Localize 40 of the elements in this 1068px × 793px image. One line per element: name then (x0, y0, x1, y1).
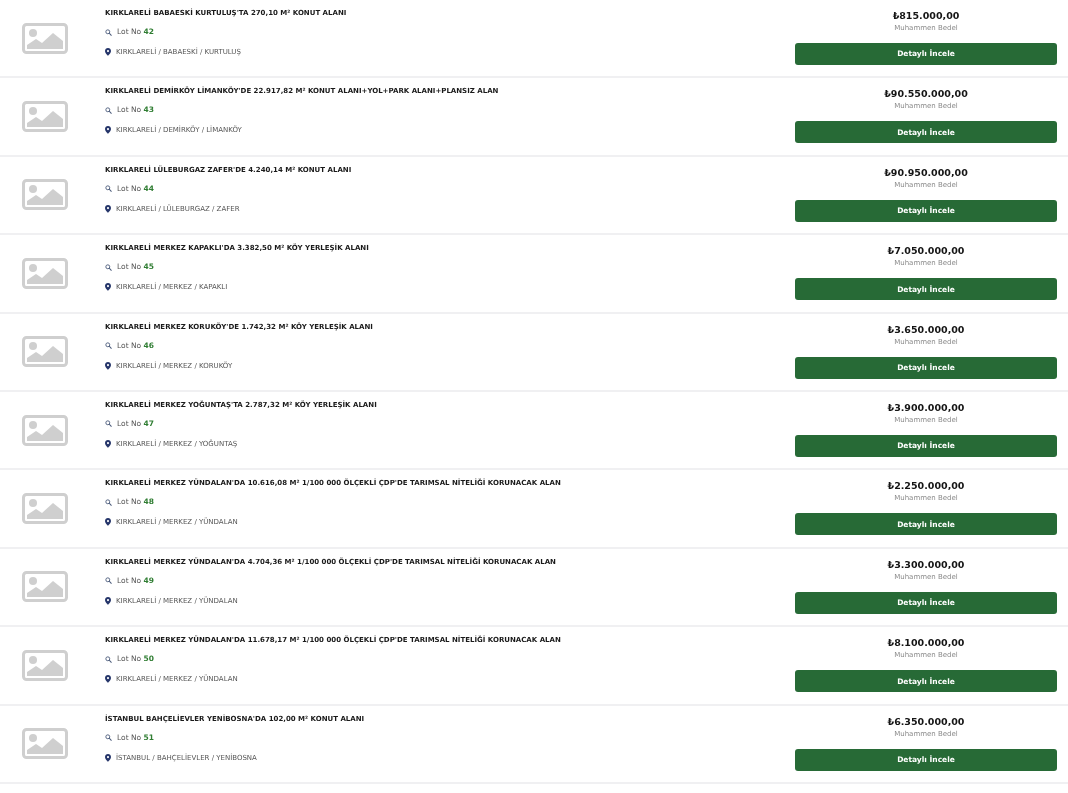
price-text: ₺6.350.000,00 (887, 714, 965, 729)
image-placeholder-icon (22, 728, 68, 760)
image-placeholder-icon (22, 179, 68, 211)
search-icon (105, 655, 112, 663)
image-placeholder-icon (22, 336, 68, 368)
search-icon (105, 342, 112, 350)
search-icon (105, 577, 112, 585)
image-placeholder-icon (22, 257, 68, 289)
map-pin-icon (105, 126, 111, 135)
price-text: ₺815.000,00 (892, 9, 960, 23)
map-pin-icon (105, 361, 111, 370)
price-text: ₺3.900.000,00 (887, 400, 965, 415)
price-text: ₺90.550.000,00 (884, 87, 968, 102)
search-icon (105, 498, 112, 506)
map-pin-icon (105, 204, 111, 213)
price-text: ₺90.950.000,00 (884, 165, 968, 180)
image-placeholder-icon (22, 493, 68, 525)
search-icon (105, 263, 112, 271)
map-pin-icon (105, 753, 111, 762)
search-icon (105, 420, 112, 428)
image-placeholder-icon (22, 22, 68, 54)
search-icon (105, 185, 112, 193)
search-icon (105, 734, 112, 741)
price-text: ₺3.650.000,00 (887, 322, 965, 337)
map-pin-icon (105, 518, 111, 527)
image-placeholder-icon (22, 571, 68, 603)
price-text: ₺7.050.000,00 (887, 244, 965, 259)
price-text: ₺8.100.000,00 (887, 636, 965, 651)
search-icon (105, 28, 112, 36)
price-text: ₺2.250.000,00 (887, 479, 965, 494)
search-icon (105, 106, 112, 114)
map-pin-icon (105, 675, 111, 684)
price-text: ₺3.300.000,00 (887, 557, 965, 572)
map-pin-icon (105, 596, 111, 605)
map-pin-icon (105, 439, 111, 448)
map-pin-icon (105, 283, 111, 292)
map-pin-icon (105, 48, 111, 56)
image-placeholder-icon (22, 101, 68, 133)
image-placeholder-icon (22, 649, 68, 681)
image-placeholder-icon (22, 414, 68, 446)
